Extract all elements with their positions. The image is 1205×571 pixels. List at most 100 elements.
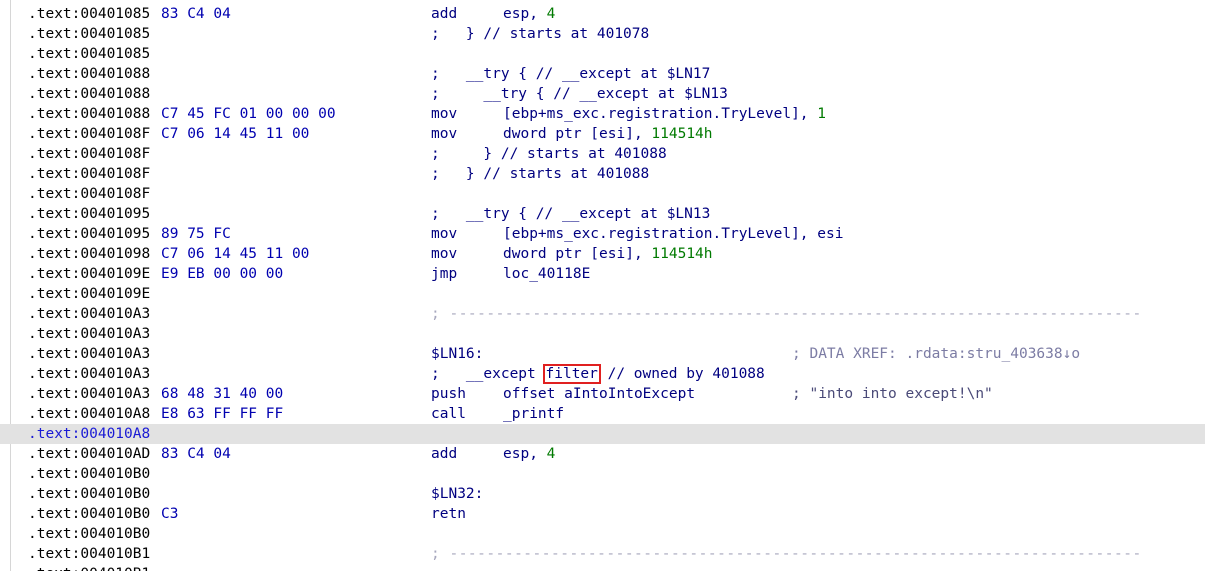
address[interactable]: .text:0040108F [28,184,150,204]
address[interactable]: .text:004010A3 [28,344,150,364]
listing-row[interactable]: .text:00401085 83 C4 04 add esp, 4 [0,4,1205,24]
listing-row[interactable]: .text:00401088 C7 45 FC 01 00 00 00 mov [eb… [0,104,1205,124]
address[interactable]: .text:004010A3 [28,304,150,324]
address[interactable]: .text:0040108F [28,144,150,164]
listing-row[interactable]: .text:004010B0 $LN32: [0,484,1205,504]
listing-row[interactable]: .text:00401085 ; } // starts at 401078 [0,24,1205,44]
instruction-mnemonic[interactable]: mov [431,124,457,144]
instruction-operands[interactable]: offset aIntoIntoExcept [503,384,695,404]
address[interactable]: .text:00401088 [28,104,150,124]
address[interactable]: .text:004010B0 [28,504,150,524]
address[interactable]: .text:004010B0 [28,484,150,504]
listing-row[interactable]: .text:004010A3 ; __except filter // owned… [0,364,1205,384]
listing-row[interactable]: .text:004010A3 ; ------------------------… [0,304,1205,324]
code-label[interactable]: $LN16: [431,344,483,364]
listing-row[interactable]: .text:00401088 ; __try { // __except at $… [0,84,1205,104]
listing-row[interactable]: .text:0040109E [0,284,1205,304]
address[interactable]: .text:00401095 [28,224,150,244]
address[interactable]: .text:0040108F [28,124,150,144]
instruction-mnemonic[interactable]: mov [431,224,457,244]
instruction-operands[interactable]: _printf [503,404,564,424]
listing-row[interactable]: .text:0040108F C7 06 14 45 11 00 mov dword … [0,124,1205,144]
instruction-operands[interactable]: dword ptr [esi], 114514h [503,124,713,144]
address[interactable]: .text:00401095 [28,204,150,224]
opcode-bytes: C3 [161,506,179,522]
address[interactable]: .text:004010A3 [28,324,150,344]
opcode-bytes: 83 C4 04 [161,446,231,462]
instruction-mnemonic[interactable]: jmp [431,264,457,284]
listing-row[interactable]: .text:004010B0 [0,524,1205,544]
disassembly-listing[interactable]: .text:00401085 83 C4 04 add esp, 4 .text:004… [0,0,1205,571]
instruction-mnemonic[interactable]: push [431,384,466,404]
address[interactable]: .text:00401085 [28,24,150,44]
listing-row[interactable]: .text:00401088 ; __try { // __except at $… [0,64,1205,84]
selected-listing-row[interactable]: .text:004010A8 [0,424,1205,444]
address[interactable]: .text:0040108F [28,164,150,184]
numeric-operand: 114514h [651,246,713,262]
opcode-bytes: C7 06 14 45 11 00 [161,246,310,262]
listing-row[interactable]: .text:00401098 C7 06 14 45 11 00 mov dword … [0,244,1205,264]
address[interactable]: .text:00401088 [28,84,150,104]
address[interactable]: .text:00401085 [28,44,150,64]
instruction-operands[interactable]: esp, 4 [503,444,555,464]
listing-row[interactable]: .text:00401095 ; __try { // __except at $… [0,204,1205,224]
instruction-mnemonic[interactable]: add [431,444,457,464]
address[interactable]: .text:004010A3 [28,364,150,384]
listing-row[interactable]: .text:004010B0 [0,464,1205,484]
listing-row[interactable]: .text:004010A3 68 48 31 40 00 push offset a… [0,384,1205,404]
address[interactable]: .text:00401098 [28,244,150,264]
address[interactable]: .text:00401085 [28,4,150,24]
listing-row[interactable]: .text:004010A3 $LN16: ; DATA XREF: .rdata:… [0,344,1205,364]
address[interactable]: .text:0040109E [28,284,150,304]
listing-row[interactable]: .text:0040108F ; } // starts at 401088 [0,164,1205,184]
code-label[interactable]: $LN32: [431,484,483,504]
opcode-bytes: 89 75 FC [161,226,231,242]
opcode-bytes: E8 63 FF FF FF [161,406,284,422]
listing-row[interactable]: .text:0040109E E9 EB 00 00 00 jmp loc_40118… [0,264,1205,284]
opcode-bytes: C7 06 14 45 11 00 [161,126,310,142]
data-xref-comment[interactable]: ; DATA XREF: .rdata:stru_403638↓o [792,344,1080,364]
listing-row[interactable]: .text:004010B0 C3 retn [0,504,1205,524]
block-comment: ; __try { // __except at $LN13 [431,86,728,102]
instruction-mnemonic[interactable]: mov [431,104,457,124]
instruction-mnemonic[interactable]: call [431,404,466,424]
address[interactable]: .text:004010A8 [28,404,150,424]
highlighted-filter-word: filter [542,364,601,384]
listing-row[interactable]: .text:0040108F [0,184,1205,204]
separator-line: ; --------------------------------------… [431,306,1142,322]
listing-row[interactable]: .text:004010B1 [0,564,1205,571]
instruction-operands[interactable]: [ebp+ms_exc.registration.TryLevel], 1 [503,104,826,124]
except-comment: ; __except filter // owned by 401088 [431,364,765,384]
address[interactable]: .text:004010AD [28,444,150,464]
opcode-bytes: E9 EB 00 00 00 [161,266,284,282]
address[interactable]: .text:004010B0 [28,464,150,484]
instruction-operands[interactable]: loc_40118E [503,264,590,284]
block-comment: ; __try { // __except at $LN17 [431,66,711,82]
address[interactable]: .text:0040109E [28,264,150,284]
opcode-bytes: 68 48 31 40 00 [161,386,284,402]
address[interactable]: .text:004010B1 [28,544,150,564]
instruction-mnemonic[interactable]: add [431,4,457,24]
block-comment: ; __try { // __except at $LN13 [431,206,711,222]
listing-row[interactable]: .text:004010B1 ; ------------------------… [0,544,1205,564]
address[interactable]: .text:004010B1 [28,564,150,571]
numeric-operand: 114514h [651,126,713,142]
listing-row[interactable]: .text:004010A3 [0,324,1205,344]
instruction-operands[interactable]: dword ptr [esi], 114514h [503,244,713,264]
block-comment: ; } // starts at 401078 [431,26,650,42]
instruction-mnemonic[interactable]: mov [431,244,457,264]
listing-row[interactable]: .text:00401095 89 75 FC mov [ebp+ms_exc.reg… [0,224,1205,244]
listing-row[interactable]: .text:00401085 [0,44,1205,64]
listing-row[interactable]: .text:0040108F ; } // starts at 401088 [0,144,1205,164]
listing-row[interactable]: .text:004010A8 E8 63 FF FF FF call _printf [0,404,1205,424]
instruction-operands[interactable]: [ebp+ms_exc.registration.TryLevel], esi [503,224,843,244]
address[interactable]: .text:00401088 [28,64,150,84]
address[interactable]: .text:004010A8 [28,424,150,444]
address[interactable]: .text:004010B0 [28,524,150,544]
numeric-operand: 4 [546,6,556,22]
instruction-operands[interactable]: esp, 4 [503,4,555,24]
listing-row[interactable]: .text:004010AD 83 C4 04 add esp, 4 [0,444,1205,464]
instruction-mnemonic[interactable]: retn [431,504,466,524]
opcode-bytes: C7 45 FC 01 00 00 00 [161,106,336,122]
address[interactable]: .text:004010A3 [28,384,150,404]
